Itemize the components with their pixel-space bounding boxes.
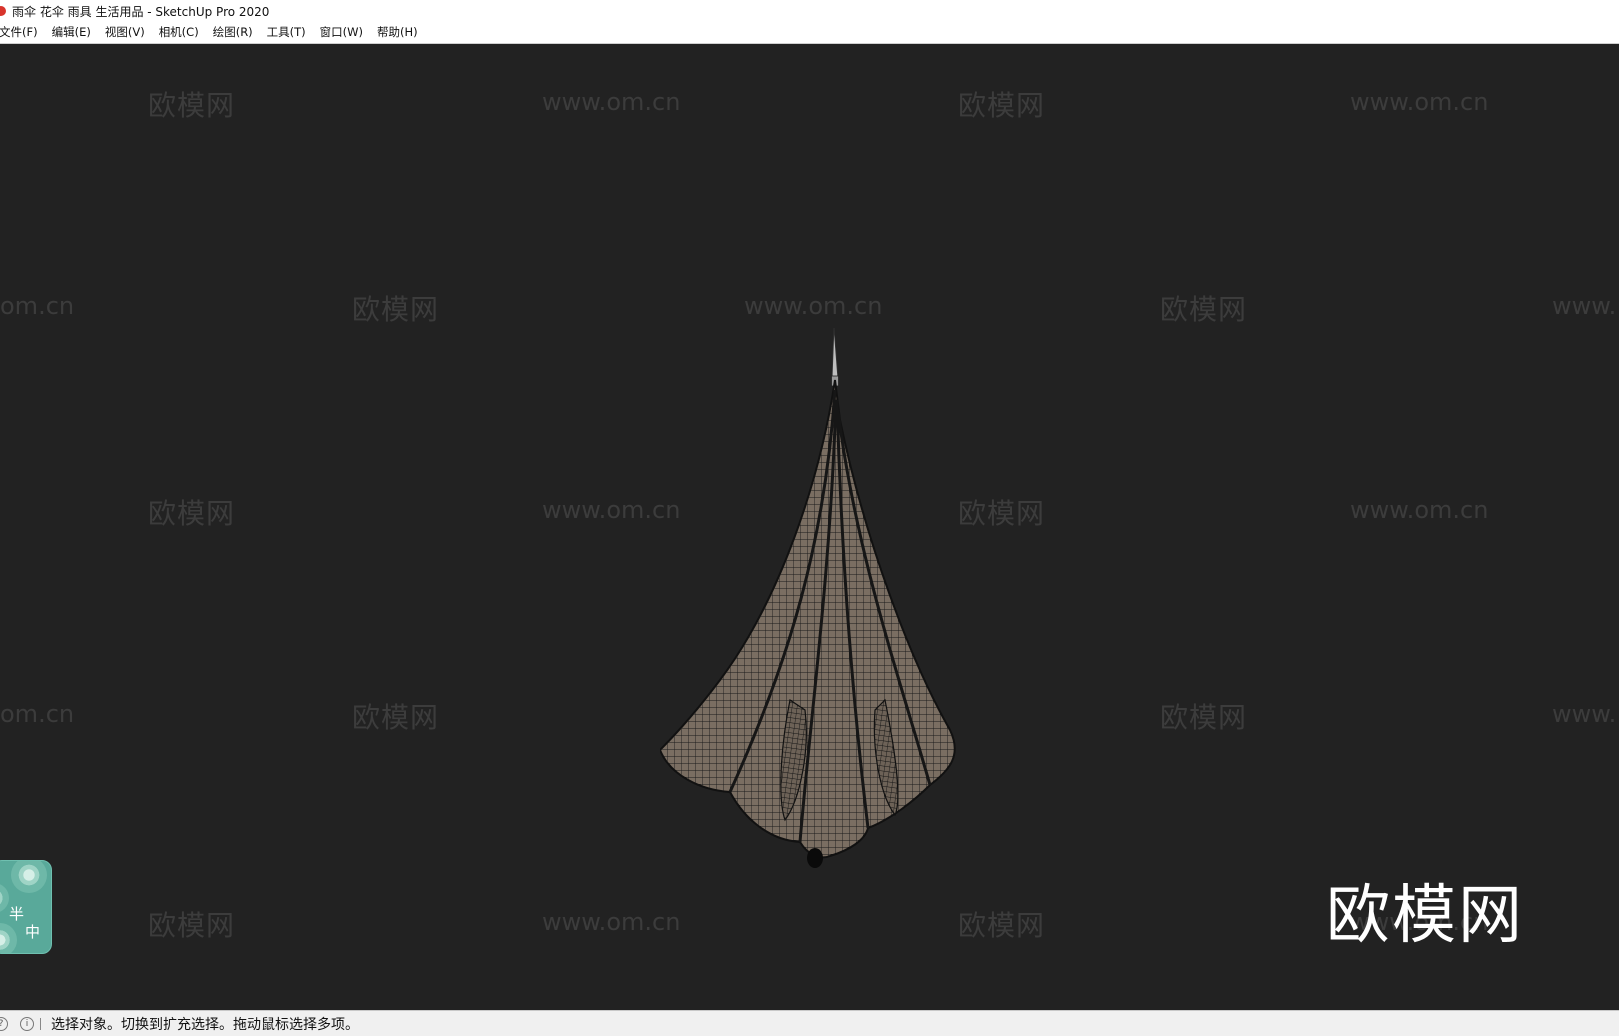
umbrella-tip bbox=[831, 327, 839, 381]
info-icon[interactable]: i bbox=[20, 1016, 34, 1031]
floating-sticker-widget[interactable]: 半 中 bbox=[0, 860, 52, 954]
status-divider bbox=[40, 1017, 41, 1030]
watermark-url: www.om.cn bbox=[542, 908, 681, 936]
watermark-url: om.cn bbox=[0, 700, 75, 728]
watermark-logo: 欧模网 bbox=[958, 89, 1046, 122]
menu-help[interactable]: 帮助(H) bbox=[370, 22, 425, 43]
watermark-logo: 欧模网 bbox=[148, 89, 236, 122]
watermark-logo: 欧模网 bbox=[352, 293, 440, 326]
watermark-logo: 欧模网 bbox=[352, 701, 440, 734]
window-title: 雨伞 花伞 雨具 生活用品 - SketchUp Pro 2020 bbox=[12, 4, 270, 19]
menu-draw[interactable]: 绘图(R) bbox=[206, 22, 260, 43]
sticker-char-2: 中 bbox=[25, 923, 41, 941]
watermark-url: www.om.cn bbox=[1350, 88, 1489, 116]
watermark-logo: 欧模网 bbox=[1160, 701, 1248, 734]
menu-bar: 文件(F) 编辑(E) 视图(V) 相机(C) 绘图(R) 工具(T) 窗口(W… bbox=[0, 22, 1619, 44]
brand-logo: 欧模网 bbox=[1326, 879, 1524, 953]
model-viewport[interactable]: 欧模网 www.om.cn 欧模网 www.om.cn om.cn 欧模网 ww… bbox=[0, 44, 1619, 1010]
menu-window[interactable]: 窗口(W) bbox=[313, 22, 370, 43]
umbrella-canopy bbox=[660, 379, 956, 859]
menu-view[interactable]: 视图(V) bbox=[98, 22, 152, 43]
title-bar: 雨伞 花伞 雨具 生活用品 - SketchUp Pro 2020 bbox=[0, 0, 1619, 22]
status-bar: ? i 选择对象。切换到扩充选择。拖动鼠标选择多项。 bbox=[0, 1010, 1619, 1036]
watermark-url: www.om.cn bbox=[542, 88, 681, 116]
watermark-logo: 欧模网 bbox=[148, 497, 236, 530]
status-message: 选择对象。切换到扩充选择。拖动鼠标选择多项。 bbox=[51, 1016, 359, 1033]
watermark-url: www. bbox=[1552, 292, 1617, 320]
watermark-url: www. bbox=[1552, 700, 1617, 728]
geo-location-icon[interactable]: ? bbox=[0, 1016, 8, 1031]
watermark-logo: 欧模网 bbox=[1160, 293, 1248, 326]
umbrella-model[interactable] bbox=[660, 280, 980, 900]
watermark-url: om.cn bbox=[0, 292, 75, 320]
menu-file[interactable]: 文件(F) bbox=[0, 22, 45, 43]
sticker-char-1: 半 bbox=[9, 905, 25, 923]
watermark-logo: 欧模网 bbox=[958, 909, 1046, 942]
sketchup-app-icon[interactable] bbox=[0, 6, 6, 16]
menu-camera[interactable]: 相机(C) bbox=[152, 22, 206, 43]
menu-tools[interactable]: 工具(T) bbox=[260, 22, 313, 43]
umbrella-handle bbox=[807, 848, 823, 868]
menu-edit[interactable]: 编辑(E) bbox=[45, 22, 98, 43]
watermark-logo: 欧模网 bbox=[148, 909, 236, 942]
watermark-url: www.om.cn bbox=[1350, 496, 1489, 524]
